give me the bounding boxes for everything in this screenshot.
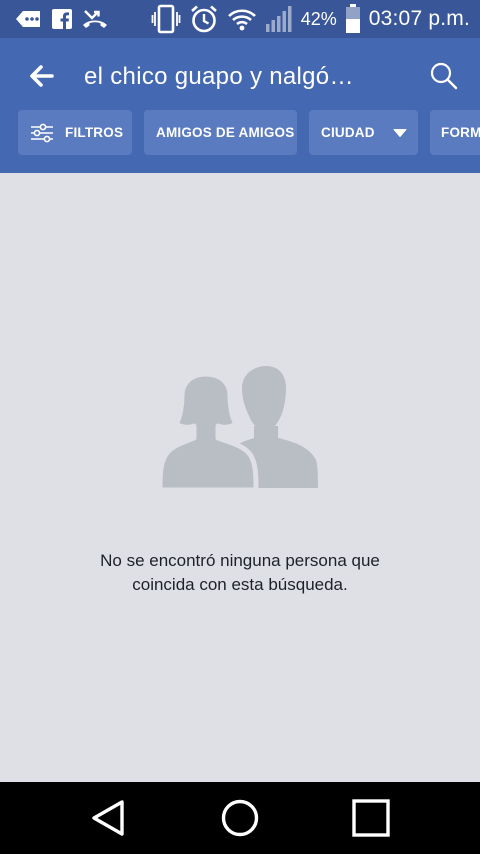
home-circle-icon[interactable]: [220, 798, 260, 838]
back-arrow-icon[interactable]: [24, 58, 60, 94]
battery-icon: [345, 4, 360, 33]
empty-message-line-1: No se encontró ninguna persona que: [100, 551, 380, 570]
status-bar: 42% 03:07 p.m.: [0, 0, 480, 38]
filter-chip-bar: FILTROS AMIGOS DE AMIGOS CIUDAD FORM: [18, 110, 480, 155]
filtros-label: FILTROS: [65, 125, 124, 140]
vibrate-icon: [151, 4, 181, 34]
wifi-icon: [227, 9, 256, 31]
amigos-de-amigos-chip[interactable]: AMIGOS DE AMIGOS: [144, 110, 297, 155]
search-query-field[interactable]: el chico guapo y nalgó…: [84, 60, 384, 94]
status-bar-notifications: [14, 6, 108, 32]
formacion-chip[interactable]: FORM: [430, 110, 480, 155]
formacion-label: FORM: [441, 125, 480, 140]
people-silhouette-icon: [162, 366, 318, 488]
back-triangle-icon[interactable]: [88, 798, 128, 838]
empty-message-line-2: coincida con esta búsqueda.: [132, 575, 348, 594]
recents-square-icon[interactable]: [351, 798, 391, 838]
filter-sliders-icon: [31, 123, 53, 142]
search-icon[interactable]: [428, 60, 460, 92]
ciudad-label: CIUDAD: [321, 125, 375, 140]
messages-icon: [16, 11, 40, 27]
search-header: el chico guapo y nalgó… FILTROS AMIGOS D…: [0, 38, 480, 173]
chevron-down-icon: [393, 128, 407, 137]
android-navigation-bar: [0, 782, 480, 854]
status-bar-system: 42% 03:07 p.m.: [151, 4, 470, 34]
filtros-button[interactable]: FILTROS: [18, 110, 132, 155]
missed-call-icon: [83, 10, 107, 28]
search-results-area: No se encontró ninguna persona que coinc…: [0, 173, 480, 782]
alarm-icon: [190, 5, 217, 33]
empty-results-message: No se encontró ninguna persona que coinc…: [40, 549, 440, 597]
amigos-de-amigos-label: AMIGOS DE AMIGOS: [156, 125, 295, 140]
facebook-icon: [52, 9, 72, 29]
clock: 03:07 p.m.: [368, 7, 470, 30]
ciudad-dropdown-chip[interactable]: CIUDAD: [309, 110, 418, 155]
battery-percent: 42%: [300, 8, 337, 29]
signal-icon: [265, 6, 292, 32]
